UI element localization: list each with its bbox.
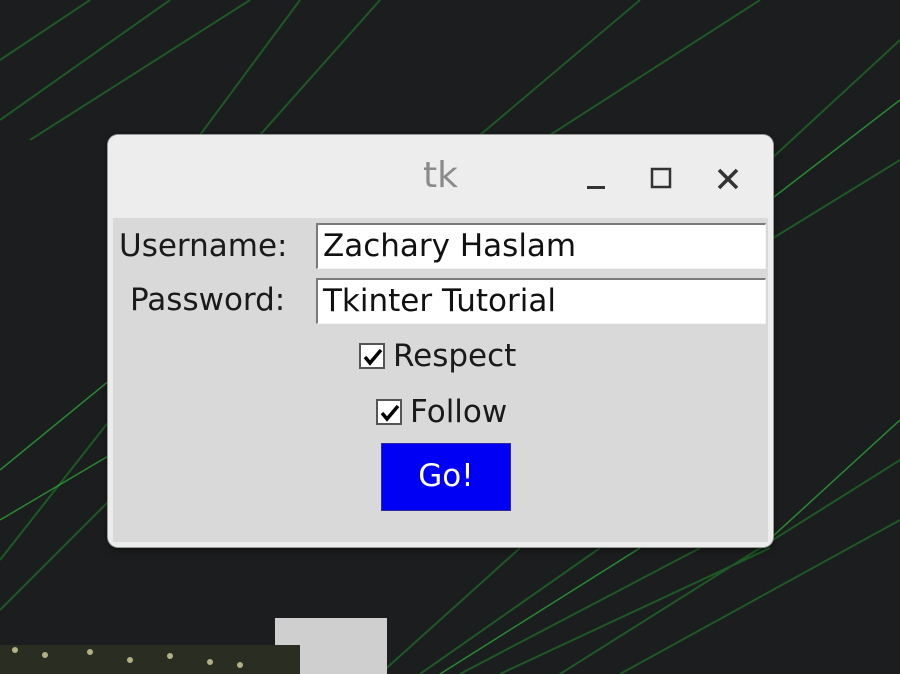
checkmark-icon — [363, 348, 383, 366]
respect-checkbox[interactable]: Respect — [359, 338, 516, 374]
password-input[interactable]: Tkinter Tutorial — [316, 278, 766, 324]
respect-checkbox-box[interactable] — [359, 343, 385, 369]
follow-checkbox-box[interactable] — [376, 399, 402, 425]
checkmark-icon — [380, 404, 400, 422]
go-button[interactable]: Go! — [381, 443, 511, 511]
title-bar[interactable]: tk — [108, 135, 773, 218]
minimize-icon — [587, 186, 605, 189]
maximize-button[interactable] — [642, 159, 682, 199]
minimize-button[interactable] — [578, 159, 618, 199]
maximize-icon — [650, 167, 672, 189]
follow-checkbox[interactable]: Follow — [376, 394, 507, 430]
tk-window: tk Username: Zachary Haslam Password: Tk… — [108, 135, 773, 547]
username-label: Username: — [119, 228, 288, 264]
respect-label: Respect — [393, 338, 517, 374]
username-input[interactable]: Zachary Haslam — [316, 223, 766, 269]
follow-label: Follow — [410, 394, 508, 430]
form-panel: Username: Zachary Haslam Password: Tkint… — [113, 218, 768, 542]
close-button[interactable] — [708, 159, 748, 199]
close-icon — [717, 168, 739, 190]
password-label: Password: — [130, 282, 286, 318]
